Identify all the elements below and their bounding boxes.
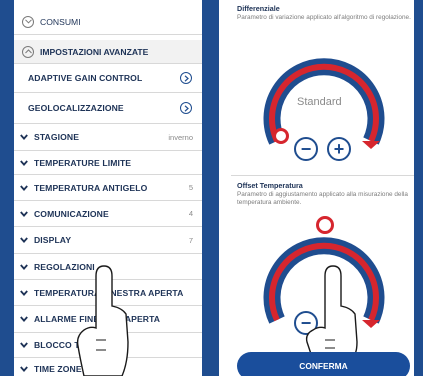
setting-row[interactable]: DISPLAY 7 [14, 227, 202, 254]
chevron-down-icon [20, 263, 28, 270]
confirm-button[interactable]: CONFERMA [237, 352, 410, 376]
section-consumi-label: CONSUMI [40, 16, 81, 27]
setting-row-label: GEOLOCALIZZAZIONE [28, 103, 124, 113]
chevron-right-circle-icon[interactable] [180, 72, 192, 84]
setting-row-value: 4 [188, 209, 193, 218]
setting-row-value: inverno [168, 132, 193, 142]
chevron-down-icon [20, 289, 28, 296]
section-advanced-label: IMPOSTAZIONI AVANZATE [40, 46, 149, 57]
section-advanced[interactable]: IMPOSTAZIONI AVANZATE [14, 40, 202, 64]
chevron-down-icon [20, 342, 28, 348]
hand-pointer-icon [305, 265, 358, 354]
offset-knob[interactable] [316, 216, 334, 234]
chevron-down-icon [20, 365, 28, 372]
chevron-down-icon [20, 210, 28, 217]
differenziale-value: Standard [297, 96, 342, 108]
differenziale-knob[interactable] [273, 128, 289, 144]
setting-row-label: STAGIONE [34, 132, 80, 142]
section-consumi[interactable]: CONSUMI [14, 9, 202, 35]
differenziale-plus-button[interactable]: + [327, 137, 351, 161]
setting-row-value: 7 [188, 235, 193, 245]
offset-title: Offset Temperatura [237, 181, 303, 190]
center-divider-bar [202, 0, 219, 376]
differenziale-minus-button[interactable]: − [294, 137, 318, 161]
setting-row-value: 5 [188, 183, 193, 192]
section-divider [231, 175, 414, 176]
setting-row-label: TIME ZONE [34, 363, 82, 374]
setting-row-label: TEMPERATURA ANTIGELO [34, 182, 148, 193]
setting-row[interactable]: TEMPERATURA ANTIGELO 5 [14, 175, 202, 201]
left-edge-bar [0, 0, 14, 376]
settings-list-panel: CONSUMI IMPOSTAZIONI AVANZATE ADAPTIVE G… [14, 0, 202, 376]
chevron-down-circle-icon [22, 15, 34, 28]
setting-row-label: COMUNICAZIONE [34, 208, 109, 219]
setting-row[interactable]: STAGIONE inverno [14, 124, 202, 151]
setting-row[interactable]: ADAPTIVE GAIN CONTROL [14, 64, 202, 93]
hand-pointer-icon [76, 265, 129, 376]
chevron-up-circle-icon [22, 45, 34, 58]
setting-row-label: ADAPTIVE GAIN CONTROL [28, 73, 143, 83]
differenziale-title: Differenziale [237, 4, 280, 13]
parameter-panel: Differenziale Parametro di variazione ap… [219, 0, 414, 376]
chevron-down-icon [20, 184, 28, 191]
chevron-right-circle-icon[interactable] [180, 102, 192, 114]
chevron-down-icon [20, 316, 28, 322]
differenziale-desc: Parametro di variazione applicato all'al… [237, 14, 411, 21]
setting-row-label: TEMPERATURE LIMITE [34, 157, 132, 168]
setting-row[interactable]: COMUNICAZIONE 4 [14, 201, 202, 227]
right-edge-bar [414, 0, 423, 376]
chevron-down-icon [20, 159, 28, 166]
setting-row[interactable]: GEOLOCALIZZAZIONE [14, 93, 202, 124]
setting-row[interactable]: TEMPERATURE LIMITE [14, 151, 202, 175]
chevron-down-icon [20, 134, 28, 140]
offset-desc: Parametro di aggiustamento applicato all… [237, 191, 408, 207]
setting-row-label: DISPLAY [34, 235, 72, 245]
chevron-down-icon [20, 237, 28, 243]
